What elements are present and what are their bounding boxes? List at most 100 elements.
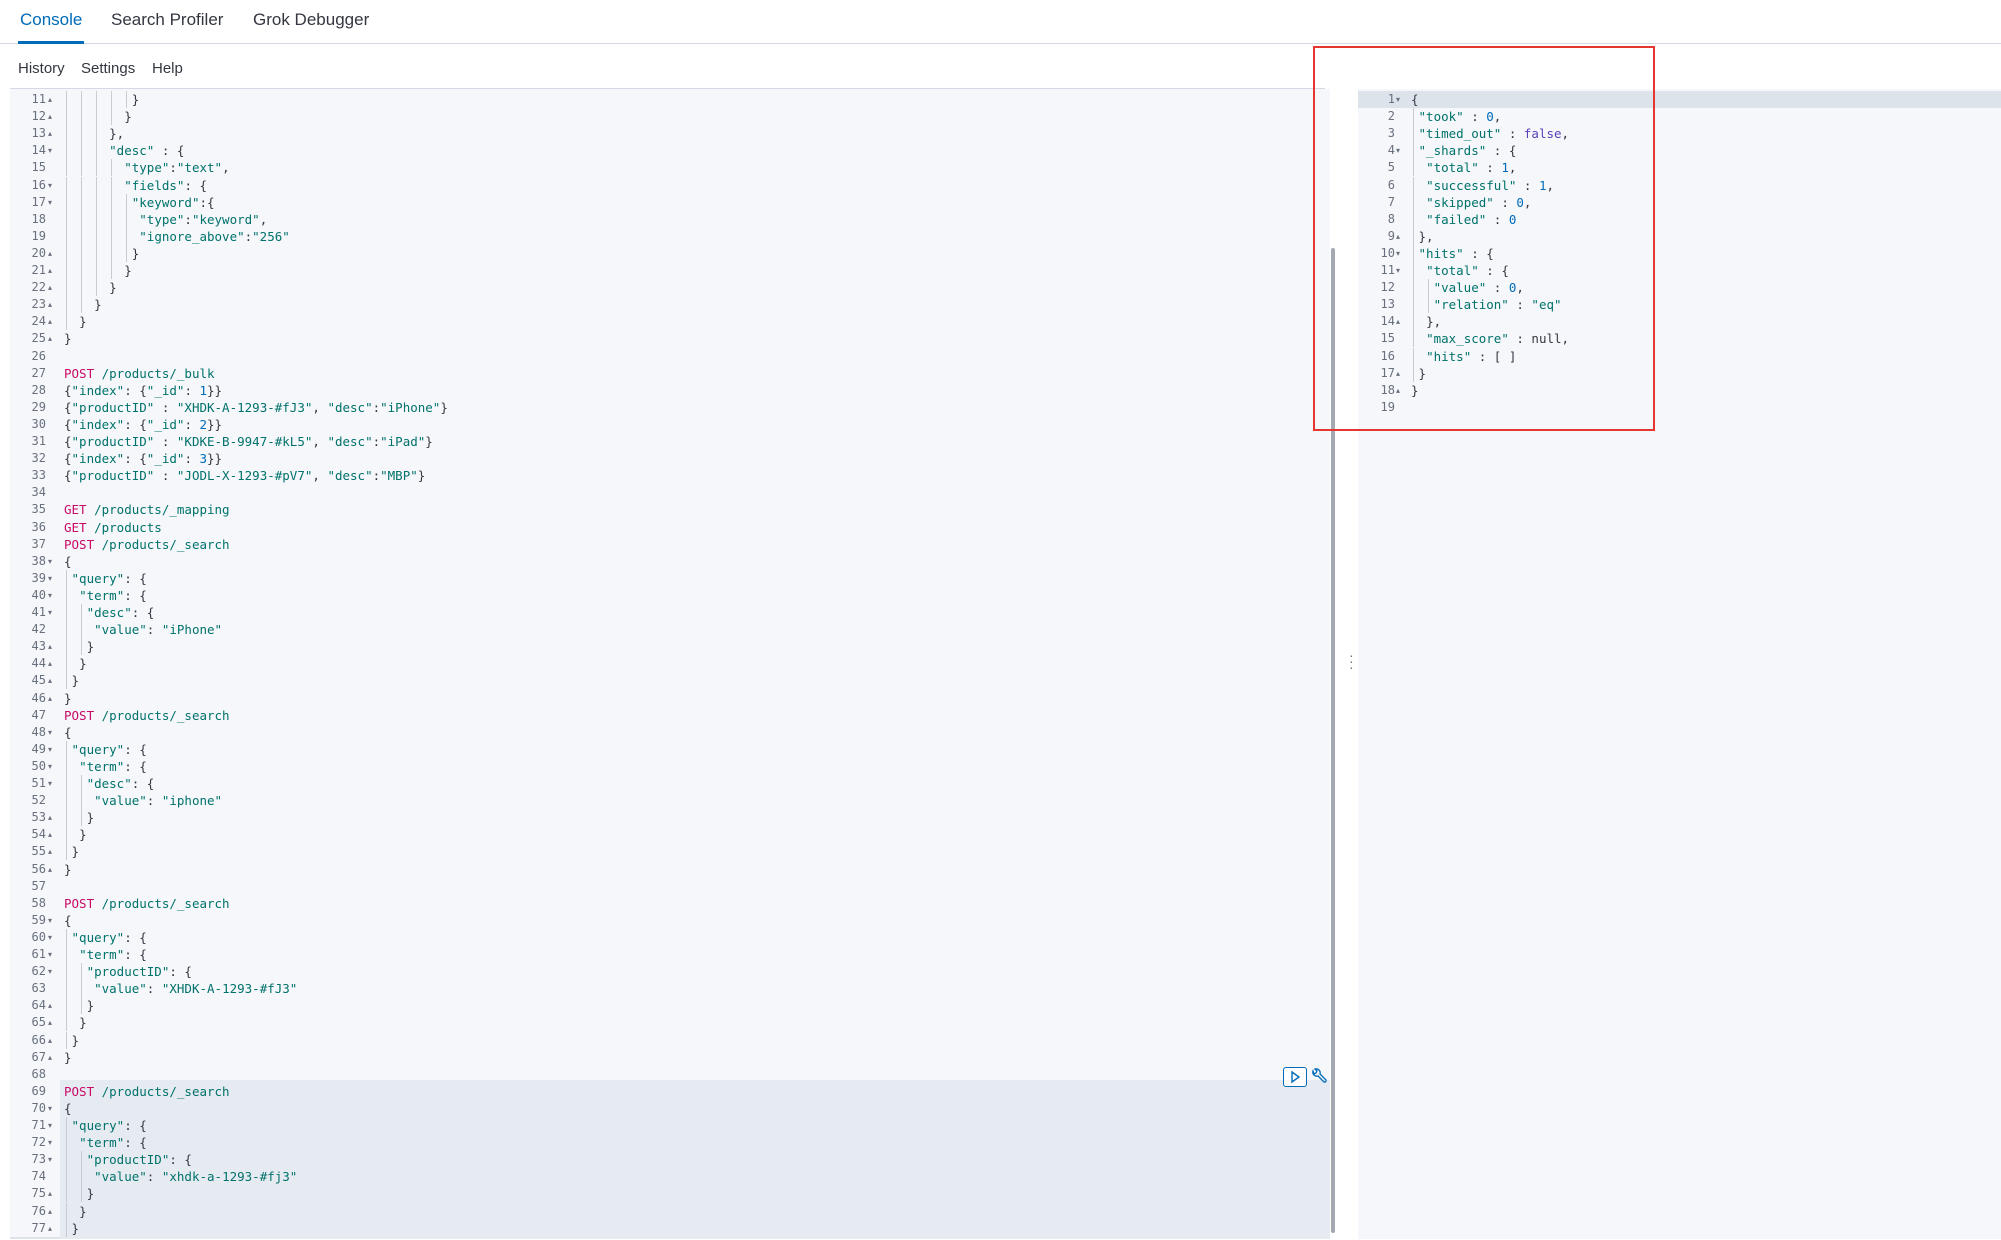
code-line[interactable]: { bbox=[60, 724, 1330, 741]
fold-open-icon[interactable]: ▾ bbox=[48, 142, 52, 159]
code-line[interactable]: }, bbox=[1407, 313, 2001, 330]
code-line[interactable]: } bbox=[60, 843, 1330, 860]
code-line[interactable]: {"productID" : "JODL-X-1293-#pV7", "desc… bbox=[60, 467, 1330, 484]
code-line[interactable]: {"index": {"_id": 2}} bbox=[60, 416, 1330, 433]
code-line[interactable]: "value" : 0, bbox=[1407, 279, 2001, 296]
fold-open-icon[interactable]: ▾ bbox=[48, 1134, 52, 1151]
code-line[interactable]: "query": { bbox=[60, 570, 1330, 587]
code-line[interactable]: "desc": { bbox=[60, 775, 1330, 792]
fold-close-icon[interactable]: ▴ bbox=[48, 809, 52, 826]
fold-close-icon[interactable]: ▴ bbox=[48, 108, 52, 125]
code-line[interactable]: } bbox=[60, 1049, 1330, 1066]
fold-open-icon[interactable]: ▾ bbox=[1396, 262, 1400, 279]
code-line[interactable]: } bbox=[60, 1185, 1330, 1202]
fold-open-icon[interactable]: ▾ bbox=[48, 1117, 52, 1134]
response-content[interactable]: { "took" : 0, "timed_out" : false, "_sha… bbox=[1407, 89, 2001, 1239]
run-request-button[interactable] bbox=[1283, 1067, 1307, 1087]
code-line[interactable]: "successful" : 1, bbox=[1407, 177, 2001, 194]
code-line[interactable]: "type":"text", bbox=[60, 159, 1330, 176]
code-line[interactable] bbox=[60, 878, 1330, 895]
code-line[interactable]: "query": { bbox=[60, 741, 1330, 758]
code-line[interactable] bbox=[60, 484, 1330, 501]
code-line[interactable]: "took" : 0, bbox=[1407, 108, 2001, 125]
menu-settings[interactable]: Settings bbox=[81, 60, 135, 77]
fold-open-icon[interactable]: ▾ bbox=[1396, 245, 1400, 262]
fold-open-icon[interactable]: ▾ bbox=[48, 758, 52, 775]
fold-close-icon[interactable]: ▴ bbox=[48, 1185, 52, 1202]
fold-open-icon[interactable]: ▾ bbox=[48, 741, 52, 758]
fold-open-icon[interactable]: ▾ bbox=[48, 587, 52, 604]
menu-history[interactable]: History bbox=[18, 60, 65, 77]
code-line[interactable]: } bbox=[60, 655, 1330, 672]
fold-close-icon[interactable]: ▴ bbox=[48, 1220, 52, 1237]
code-line[interactable]: "query": { bbox=[60, 1117, 1330, 1134]
code-line[interactable]: "query": { bbox=[60, 929, 1330, 946]
code-line[interactable]: { bbox=[60, 553, 1330, 570]
code-line[interactable]: "productID": { bbox=[60, 963, 1330, 980]
code-line[interactable]: "value": "xhdk-a-1293-#fj3" bbox=[60, 1168, 1330, 1185]
code-line[interactable]: POST /products/_search bbox=[60, 536, 1330, 553]
menu-help[interactable]: Help bbox=[152, 60, 183, 77]
response-editor[interactable]: 1 ▾ 2 3 4 ▾ 5 6 7 8 9 ▴ 10 ▾ 11 ▾ 12 13 14 ▴ 15 16 17 ▴ 18 ▴ 19 { … bbox=[1358, 89, 2001, 1239]
code-line[interactable]: "term": { bbox=[60, 587, 1330, 604]
fold-close-icon[interactable]: ▴ bbox=[48, 1014, 52, 1031]
fold-close-icon[interactable]: ▴ bbox=[48, 655, 52, 672]
code-line[interactable]: "type":"keyword", bbox=[60, 211, 1330, 228]
code-line[interactable]: } bbox=[60, 1203, 1330, 1220]
fold-open-icon[interactable]: ▾ bbox=[48, 553, 52, 570]
code-line[interactable]: } bbox=[60, 861, 1330, 878]
code-line[interactable]: } bbox=[60, 1014, 1330, 1031]
fold-close-icon[interactable]: ▴ bbox=[48, 843, 52, 860]
code-line[interactable]: } bbox=[60, 826, 1330, 843]
code-line[interactable]: "desc" : { bbox=[60, 142, 1330, 159]
code-line[interactable]: } bbox=[60, 108, 1330, 125]
fold-open-icon[interactable]: ▾ bbox=[48, 1100, 52, 1117]
code-line[interactable]: {"index": {"_id": 3}} bbox=[60, 450, 1330, 467]
fold-close-icon[interactable]: ▴ bbox=[48, 125, 52, 142]
code-line[interactable]: "term": { bbox=[60, 758, 1330, 775]
code-line[interactable]: "_shards" : { bbox=[1407, 142, 2001, 159]
code-line[interactable]: "term": { bbox=[60, 946, 1330, 963]
fold-close-icon[interactable]: ▴ bbox=[48, 1032, 52, 1049]
fold-close-icon[interactable]: ▴ bbox=[48, 245, 52, 262]
code-line[interactable]: } bbox=[1407, 365, 2001, 382]
code-line[interactable]: "max_score" : null, bbox=[1407, 330, 2001, 347]
code-line[interactable]: GET /products/_mapping bbox=[60, 501, 1330, 518]
fold-close-icon[interactable]: ▴ bbox=[48, 1049, 52, 1066]
code-line[interactable]: "failed" : 0 bbox=[1407, 211, 2001, 228]
request-scrollbar[interactable] bbox=[1331, 248, 1335, 1233]
fold-open-icon[interactable]: ▾ bbox=[48, 963, 52, 980]
fold-close-icon[interactable]: ▴ bbox=[1396, 228, 1400, 245]
code-line[interactable]: "desc": { bbox=[60, 604, 1330, 621]
fold-open-icon[interactable]: ▾ bbox=[48, 177, 52, 194]
fold-close-icon[interactable]: ▴ bbox=[48, 826, 52, 843]
fold-close-icon[interactable]: ▴ bbox=[48, 997, 52, 1014]
code-line[interactable] bbox=[1407, 399, 2001, 416]
fold-close-icon[interactable]: ▴ bbox=[48, 262, 52, 279]
fold-close-icon[interactable]: ▴ bbox=[48, 296, 52, 313]
code-line[interactable]: } bbox=[60, 638, 1330, 655]
code-line[interactable]: } bbox=[60, 91, 1330, 108]
code-line[interactable]: } bbox=[60, 330, 1330, 347]
code-line[interactable]: "timed_out" : false, bbox=[1407, 125, 2001, 142]
code-line[interactable]: "productID": { bbox=[60, 1151, 1330, 1168]
fold-close-icon[interactable]: ▴ bbox=[48, 1237, 52, 1239]
code-line[interactable]: } bbox=[60, 672, 1330, 689]
code-line[interactable] bbox=[60, 1066, 1330, 1083]
tab-search-profiler[interactable]: Search Profiler bbox=[111, 0, 223, 44]
code-line[interactable]: POST /products/_search bbox=[60, 707, 1330, 724]
code-line[interactable]: } bbox=[60, 690, 1330, 707]
code-line[interactable]: "skipped" : 0, bbox=[1407, 194, 2001, 211]
code-line[interactable]: "term": { bbox=[60, 1134, 1330, 1151]
fold-open-icon[interactable]: ▾ bbox=[48, 1151, 52, 1168]
fold-open-icon[interactable]: ▾ bbox=[48, 929, 52, 946]
fold-close-icon[interactable]: ▴ bbox=[48, 638, 52, 655]
code-line[interactable] bbox=[60, 348, 1330, 365]
code-line[interactable]: } bbox=[60, 313, 1330, 330]
code-line[interactable]: "hits" : { bbox=[1407, 245, 2001, 262]
fold-close-icon[interactable]: ▴ bbox=[1396, 365, 1400, 382]
fold-close-icon[interactable]: ▴ bbox=[48, 91, 52, 108]
fold-close-icon[interactable]: ▴ bbox=[48, 1203, 52, 1220]
fold-open-icon[interactable]: ▾ bbox=[48, 775, 52, 792]
code-line[interactable]: "total" : { bbox=[1407, 262, 2001, 279]
